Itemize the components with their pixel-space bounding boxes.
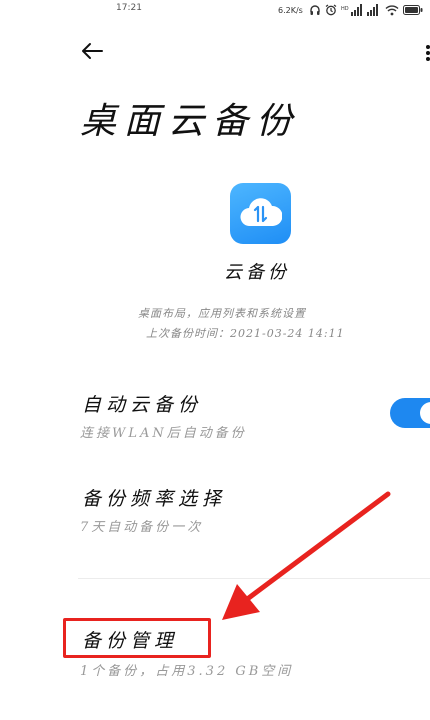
signal-icon <box>366 4 381 16</box>
auto-backup-title: 自动云备份 <box>82 394 203 416</box>
highlight-box <box>63 618 211 658</box>
auto-backup-item[interactable]: 自动云备份 连接WLAN后自动备份 <box>0 382 430 446</box>
status-bar: 17:21 6.2K/s HD <box>0 0 430 22</box>
battery-icon <box>402 4 423 16</box>
status-time: 17:21 <box>116 3 142 13</box>
backup-frequency-title: 备份频率选择 <box>82 488 227 510</box>
cloud-sync-icon <box>230 183 291 244</box>
alarm-icon <box>325 4 337 16</box>
app-description: 桌面布局，应用列表和系统设置 <box>138 307 306 320</box>
back-button[interactable] <box>78 40 106 66</box>
headphones-icon <box>309 4 321 16</box>
auto-backup-subtitle: 连接WLAN后自动备份 <box>80 426 247 441</box>
wifi-icon <box>385 4 399 16</box>
backup-frequency-subtitle: 7天自动备份一次 <box>80 520 204 535</box>
more-button[interactable] <box>418 40 430 66</box>
toggle-knob <box>420 402 430 424</box>
last-backup-time: 上次备份时间：2021-03-24 14:11 <box>146 327 345 340</box>
network-speed: 6.2K/s <box>278 5 303 15</box>
arrow-left-icon <box>80 41 104 65</box>
backup-management-subtitle: 1个备份，占用3.32 GB空间 <box>80 664 294 679</box>
annotation-arrow-icon <box>210 488 395 632</box>
app-name: 云备份 <box>224 262 290 283</box>
auto-backup-toggle[interactable] <box>390 398 430 428</box>
page-title: 桌面云备份 <box>80 101 301 142</box>
signal-hd-icon: HD <box>341 4 363 16</box>
svg-text:HD: HD <box>341 6 349 12</box>
more-vertical-icon <box>418 45 430 66</box>
status-icons: 6.2K/s HD <box>278 2 423 18</box>
